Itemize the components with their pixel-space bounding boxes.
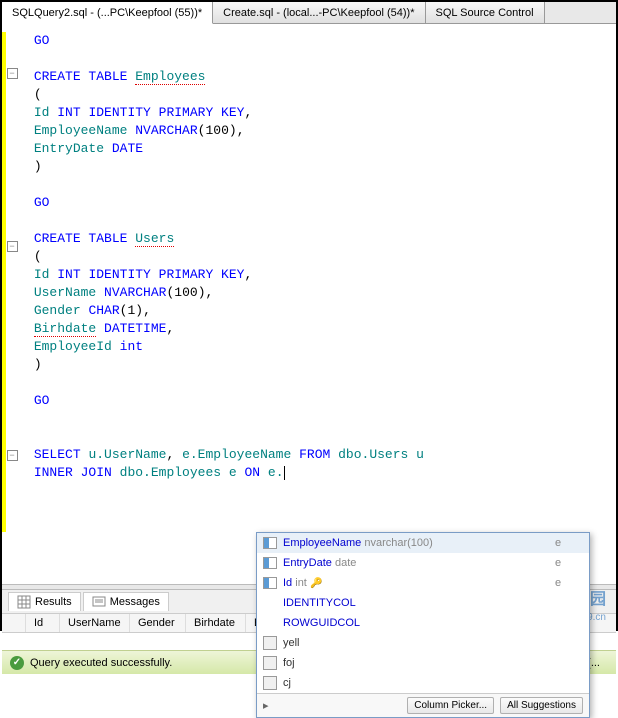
paren-close: ) xyxy=(34,357,42,372)
ac-item-cj[interactable]: cj xyxy=(257,673,589,693)
col-gender: Gender xyxy=(34,303,81,318)
ac-item-rowguidcol[interactable]: ROWGUIDCOL xyxy=(257,613,589,633)
col-id: Id xyxy=(34,267,50,282)
col-username: UserName xyxy=(34,285,96,300)
ac-label: IDENTITYCOL xyxy=(283,597,545,609)
col-u-username: u.UserName xyxy=(88,447,166,462)
ac-label: ROWGUIDCOL xyxy=(283,617,545,629)
tbl-dbo-users: dbo.Users u xyxy=(338,447,424,462)
tab-messages-label: Messages xyxy=(110,596,160,608)
num-100: 100 xyxy=(174,285,197,300)
column-icon xyxy=(261,535,279,551)
col-id[interactable]: Id xyxy=(26,614,60,632)
keyword-create-table: CREATE TABLE xyxy=(34,69,128,84)
paren-open: ( xyxy=(34,249,42,264)
column-icon xyxy=(261,575,279,591)
fold-icon[interactable]: − xyxy=(7,450,18,461)
ac-item-yell[interactable]: yell xyxy=(257,633,589,653)
table-name-users: Users xyxy=(135,231,174,247)
status-message: Query executed successfully. xyxy=(30,657,172,669)
expr-e-dot: e. xyxy=(268,465,284,480)
ac-item-identitycol[interactable]: IDENTITYCOL xyxy=(257,593,589,613)
ac-label: EmployeeName xyxy=(283,537,361,549)
column-picker-button[interactable]: Column Picker... xyxy=(407,697,494,714)
col-employeeid: EmployeeId xyxy=(34,339,112,354)
autocomplete-popup: EmployeeName nvarchar(100) e EntryDate d… xyxy=(256,532,590,718)
tbl-dbo-employees: dbo.Employees e xyxy=(120,465,237,480)
code-editor[interactable]: − − − GO CREATE TABLE Employees ( Id INT… xyxy=(2,24,616,584)
tab-create-sql[interactable]: Create.sql - (local...-PC\Keepfool (54))… xyxy=(213,2,425,23)
ac-type: date xyxy=(335,557,356,569)
keyword-go: GO xyxy=(34,195,50,210)
ac-label: cj xyxy=(283,677,545,689)
type-nvarchar: NVARCHAR xyxy=(104,285,166,300)
col-id: Id xyxy=(34,105,50,120)
ac-footer: ▸ Column Picker... All Suggestions xyxy=(257,693,589,717)
ac-alias: e xyxy=(545,557,585,569)
fold-icon[interactable]: − xyxy=(7,68,18,79)
col-gender[interactable]: Gender xyxy=(130,614,186,632)
type-nvarchar: NVARCHAR xyxy=(135,123,197,138)
snippet-icon xyxy=(261,635,279,651)
tab-sql-source-control[interactable]: SQL Source Control xyxy=(426,2,545,23)
col-e-employeename: e.EmployeeName xyxy=(182,447,291,462)
keyword-inner-join: INNER JOIN xyxy=(34,465,112,480)
type-date: DATE xyxy=(112,141,143,156)
keyword-select: SELECT xyxy=(34,447,81,462)
num-100: 100 xyxy=(205,123,228,138)
col-rowheader[interactable] xyxy=(2,614,26,632)
ac-label: yell xyxy=(283,637,545,649)
snippet-icon xyxy=(261,675,279,691)
col-def: INT IDENTITY PRIMARY KEY xyxy=(57,267,244,282)
keyword-from: FROM xyxy=(299,447,330,462)
tab-results-label: Results xyxy=(35,596,72,608)
keyword-go: GO xyxy=(34,33,50,48)
code-area[interactable]: GO CREATE TABLE Employees ( Id INT IDENT… xyxy=(22,24,616,584)
all-suggestions-button[interactable]: All Suggestions xyxy=(500,697,583,714)
ac-alias: e xyxy=(545,537,585,549)
ac-item-id[interactable]: Id int 🔑 e xyxy=(257,573,589,593)
ac-item-foj[interactable]: foj xyxy=(257,653,589,673)
paren-close: ) xyxy=(34,159,42,174)
col-def: INT IDENTITY PRIMARY KEY xyxy=(57,105,244,120)
col-birhdate: Birhdate xyxy=(34,321,96,337)
cursor-icon xyxy=(284,466,285,480)
ac-item-entrydate[interactable]: EntryDate date e xyxy=(257,553,589,573)
check-icon: ✓ xyxy=(10,656,24,670)
col-username[interactable]: UserName xyxy=(60,614,130,632)
keyword-go: GO xyxy=(34,393,50,408)
col-birhdate[interactable]: Birhdate xyxy=(186,614,246,632)
type-datetime: DATETIME xyxy=(104,321,166,336)
blank-icon xyxy=(261,615,279,631)
ac-item-employeename[interactable]: EmployeeName nvarchar(100) e xyxy=(257,533,589,553)
ac-label: Id xyxy=(283,577,292,589)
editor-tabs: SQLQuery2.sql - (...PC\Keepfool (55))* C… xyxy=(2,2,616,24)
keyword-create-table: CREATE TABLE xyxy=(34,231,128,246)
tab-sqlquery2[interactable]: SQLQuery2.sql - (...PC\Keepfool (55))* xyxy=(2,2,213,24)
ac-alias: e xyxy=(545,577,585,589)
grid-icon xyxy=(17,595,31,609)
type-char: CHAR xyxy=(88,303,119,318)
ac-label: foj xyxy=(283,657,545,669)
fold-icon[interactable]: − xyxy=(7,241,18,252)
snippet-icon xyxy=(261,655,279,671)
num-1: 1 xyxy=(127,303,135,318)
paren-open: ( xyxy=(34,87,42,102)
ac-type: int xyxy=(295,577,307,589)
messages-icon xyxy=(92,595,106,609)
ac-type: nvarchar(100) xyxy=(364,537,432,549)
ac-label: EntryDate xyxy=(283,557,332,569)
col-employeename: EmployeeName xyxy=(34,123,128,138)
chevron-left-icon[interactable]: ▸ xyxy=(263,699,269,712)
keyword-on: ON xyxy=(244,465,260,480)
key-icon: 🔑 xyxy=(310,578,322,589)
table-name-employees: Employees xyxy=(135,69,205,85)
tab-messages[interactable]: Messages xyxy=(83,592,169,611)
type-int: int xyxy=(120,339,143,354)
col-entrydate: EntryDate xyxy=(34,141,104,156)
blank-icon xyxy=(261,595,279,611)
column-icon xyxy=(261,555,279,571)
tab-results[interactable]: Results xyxy=(8,592,81,611)
